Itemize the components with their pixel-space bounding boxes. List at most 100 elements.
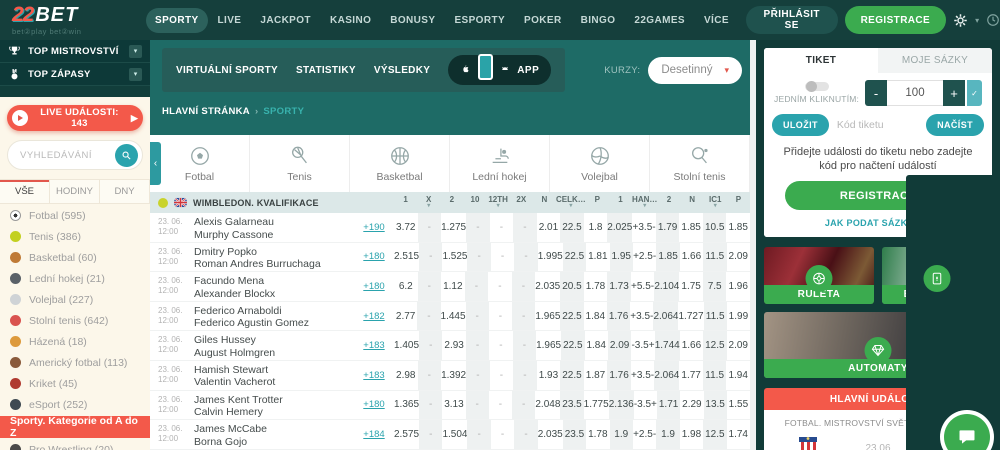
odds-cell[interactable]: 2.01 bbox=[537, 213, 561, 242]
odds-cell[interactable]: 6.2 bbox=[394, 272, 418, 301]
nav-item[interactable]: KASINO bbox=[321, 8, 380, 33]
odds-cell[interactable]: 2.09 bbox=[727, 331, 750, 360]
odds-cell[interactable]: 3.13 bbox=[442, 391, 465, 420]
sidebar-sport-item[interactable]: Pro Wrestling (20) bbox=[0, 439, 150, 450]
sidebar-sport-item[interactable]: Basketbal (60) bbox=[0, 247, 150, 268]
sidebar-top-link[interactable]: TOP MISTROVSTVÍ ▾ bbox=[0, 40, 150, 63]
odds-cell[interactable]: 1.74 bbox=[727, 420, 750, 449]
nav-item[interactable]: BINGO bbox=[572, 8, 625, 33]
odds-cell[interactable]: 1.87 bbox=[584, 361, 608, 390]
odds-cell[interactable]: 1.365 bbox=[394, 391, 419, 420]
nav-item[interactable]: ESPORTY bbox=[445, 8, 514, 33]
column-header[interactable]: 10 ▾ bbox=[463, 192, 486, 213]
odds-cell[interactable]: 2.575 bbox=[394, 420, 419, 449]
nav-item[interactable]: SPORTY bbox=[146, 7, 208, 33]
odds-format-dropdown[interactable]: Desetinný ▾ bbox=[648, 56, 742, 84]
odds-cell[interactable]: 1.55 bbox=[727, 391, 750, 420]
match-teams[interactable]: Hamish Stewart Valentin Vacherot bbox=[194, 361, 354, 390]
app-download-button[interactable]: APP bbox=[448, 54, 552, 85]
odds-cell[interactable]: 1.95 bbox=[609, 242, 633, 272]
odds-cell[interactable]: 7.5 bbox=[702, 272, 727, 301]
odds-cell[interactable]: 2.064 bbox=[654, 360, 680, 390]
odds-cell[interactable]: 11.5 bbox=[702, 360, 727, 390]
match-teams[interactable]: Alexis Galarneau Murphy Cassone bbox=[194, 213, 354, 242]
column-header[interactable]: N ▾ bbox=[533, 192, 556, 213]
odds-cell[interactable]: 22.5 bbox=[561, 331, 585, 360]
more-markets-link[interactable]: +180 bbox=[354, 272, 394, 301]
odds-cell[interactable]: 1.78 bbox=[584, 272, 608, 301]
odds-cell[interactable]: 1.392 bbox=[441, 361, 466, 390]
match-teams[interactable]: Dmitry Popko Roman Andres Burruchaga bbox=[194, 243, 354, 272]
carousel-sport[interactable]: Lední hokej bbox=[450, 135, 550, 192]
odds-cell[interactable]: 1.77 bbox=[679, 361, 703, 390]
odds-cell[interactable]: 2.064 bbox=[653, 301, 679, 331]
odds-cell[interactable]: 2.515 bbox=[394, 243, 419, 272]
odds-cell[interactable]: 1.99 bbox=[727, 302, 750, 331]
subnav-item[interactable]: VÝSLEDKY bbox=[374, 65, 430, 76]
logo[interactable]: 22 BET bet②play bet②win bbox=[12, 4, 132, 36]
nav-item[interactable]: VÍCE bbox=[695, 8, 738, 33]
sidebar-sport-item[interactable]: Kriket (45) bbox=[0, 373, 150, 394]
odds-cell[interactable]: +5.5- bbox=[631, 272, 655, 301]
odds-cell[interactable]: 12.5 bbox=[703, 331, 727, 360]
chevron-down-icon[interactable]: ▾ bbox=[129, 44, 142, 58]
odds-cell[interactable]: 1.81 bbox=[586, 243, 609, 272]
nav-item[interactable]: 22GAMES bbox=[625, 8, 694, 33]
column-header[interactable]: HAN… ▾ bbox=[632, 192, 657, 213]
one-click-toggle[interactable] bbox=[804, 81, 829, 92]
odds-cell[interactable]: 1.93 bbox=[537, 361, 561, 390]
odds-cell[interactable]: 1.9 bbox=[609, 420, 633, 449]
carousel-right-arrow[interactable]: › bbox=[906, 175, 1000, 450]
odds-cell[interactable]: 23.5 bbox=[560, 390, 584, 420]
sidebar-sport-item[interactable]: Stolní tenis (642) bbox=[0, 310, 150, 331]
register-button[interactable]: REGISTRACE bbox=[844, 6, 947, 34]
sports-az-banner[interactable]: Sporty. Kategorie od A do Z bbox=[0, 415, 150, 439]
odds-cell[interactable]: 2.09 bbox=[727, 243, 750, 272]
column-header[interactable]: 2 ▾ bbox=[657, 192, 680, 213]
column-header[interactable]: IC1 ▾ bbox=[704, 192, 727, 213]
odds-cell[interactable]: 11.5 bbox=[703, 301, 727, 331]
nav-item[interactable]: POKER bbox=[515, 8, 571, 33]
odds-cell[interactable]: 1.275 bbox=[441, 213, 466, 242]
match-teams[interactable]: Federico Arnaboldi Federico Agustin Gome… bbox=[194, 302, 354, 331]
odds-cell[interactable]: 2.09 bbox=[607, 331, 632, 360]
ticket-code-input[interactable]: Kód tiketu bbox=[835, 119, 920, 131]
odds-cell[interactable]: 1.84 bbox=[585, 331, 608, 360]
search-input[interactable] bbox=[18, 148, 113, 162]
odds-cell[interactable]: 2.98 bbox=[394, 361, 418, 390]
subnav-item[interactable]: STATISTIKY bbox=[296, 65, 356, 76]
odds-cell[interactable]: 2.93 bbox=[442, 331, 465, 360]
odds-cell[interactable]: 1.727 bbox=[678, 302, 703, 331]
more-markets-link[interactable]: +182 bbox=[354, 302, 394, 331]
odds-cell[interactable]: 1.94 bbox=[726, 361, 750, 390]
carousel-sport[interactable]: Tenis bbox=[250, 135, 350, 192]
sidebar-sport-item[interactable]: Volejbal (227) bbox=[0, 289, 150, 310]
chevron-down-icon[interactable]: ▾ bbox=[129, 67, 142, 81]
odds-cell[interactable]: 1.75 bbox=[679, 272, 703, 301]
sidebar-sport-item[interactable]: eSport (252) bbox=[0, 394, 150, 415]
stake-confirm-button[interactable]: ✓ bbox=[967, 80, 982, 106]
odds-cell[interactable]: 1.775 bbox=[584, 391, 609, 420]
odds-cell[interactable]: 2.048 bbox=[535, 391, 560, 420]
odds-cell[interactable]: 2.035 bbox=[535, 272, 560, 301]
column-header[interactable]: X ▾ bbox=[417, 192, 440, 213]
login-button[interactable]: PŘIHLÁSIT SE bbox=[745, 6, 838, 34]
odds-cell[interactable]: 1.504 bbox=[442, 420, 467, 449]
breadcrumb-home[interactable]: HLAVNÍ STRÁNKA bbox=[162, 106, 250, 117]
stake-plus-button[interactable]: + bbox=[943, 80, 965, 106]
odds-cell[interactable]: 23.5 bbox=[562, 420, 587, 449]
match-teams[interactable]: James Kent Trotter Calvin Hemery bbox=[194, 391, 354, 420]
odds-cell[interactable]: 2.025 bbox=[607, 213, 633, 242]
odds-cell[interactable]: 2.035 bbox=[538, 420, 563, 449]
match-teams[interactable]: James McCabe Borna Gojo bbox=[194, 420, 354, 449]
odds-cell[interactable]: +3.5- bbox=[631, 361, 655, 390]
odds-cell[interactable]: 22.5 bbox=[560, 213, 584, 242]
sidebar-sport-item[interactable]: Fotbal (595) bbox=[0, 205, 150, 226]
odds-cell[interactable]: 1.995 bbox=[538, 243, 563, 272]
odds-cell[interactable]: 1.405 bbox=[394, 331, 419, 360]
odds-cell[interactable]: 1.9 bbox=[656, 420, 680, 449]
featured-event-card[interactable]: FOTBAL. MISTROVSTVÍ SVĚTA FIFA ATLETICO … bbox=[764, 410, 992, 450]
odds-cell[interactable]: 1.85 bbox=[726, 213, 750, 242]
odds-cell[interactable]: 1.66 bbox=[680, 243, 703, 272]
odds-cell[interactable]: -3.5+ bbox=[634, 391, 657, 420]
